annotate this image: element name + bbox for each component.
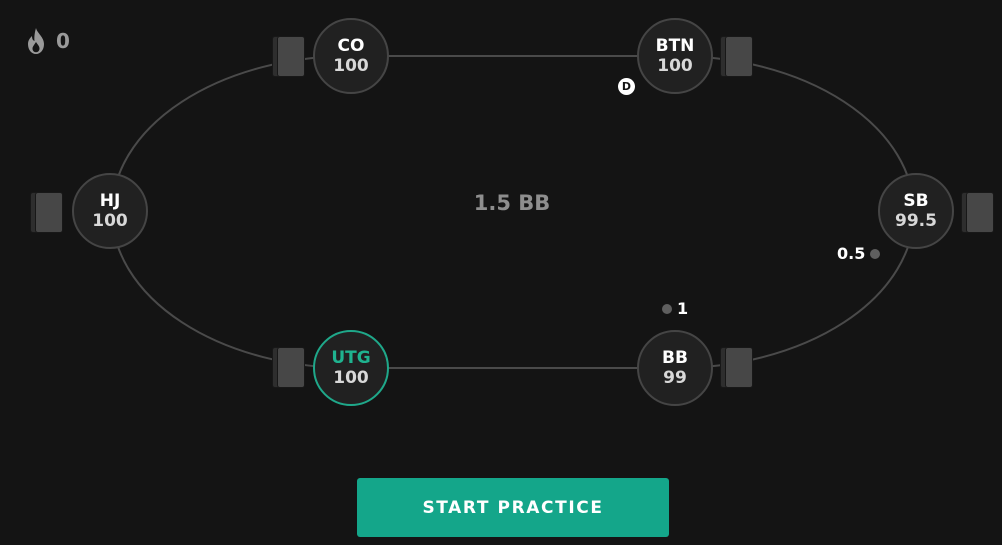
- seat-stack-size: 100: [657, 56, 693, 76]
- bb-bet: 1: [662, 299, 688, 318]
- seat-hj[interactable]: HJ 100: [72, 173, 148, 249]
- card-front: [277, 36, 305, 77]
- co-hole-cards: [272, 36, 306, 77]
- seat-position-label: BTN: [655, 36, 695, 56]
- flame-icon: [24, 27, 48, 55]
- sb-bet: 0.5: [837, 244, 881, 263]
- sb-hole-cards: [961, 192, 995, 233]
- card-front: [966, 192, 994, 233]
- card-front: [277, 347, 305, 388]
- seat-position-label: CO: [337, 36, 365, 56]
- card-front: [725, 36, 753, 77]
- seat-sb[interactable]: SB 99.5: [878, 173, 954, 249]
- seat-stack-size: 100: [92, 211, 128, 231]
- pot-size: 1.5 BB: [473, 191, 551, 215]
- btn-hole-cards: [720, 36, 754, 77]
- utg-hole-cards: [272, 347, 306, 388]
- card-front: [35, 192, 63, 233]
- bb-hole-cards: [720, 347, 754, 388]
- seat-stack-size: 100: [333, 56, 369, 76]
- seat-bb[interactable]: BB 99: [637, 330, 713, 406]
- seat-utg-hero[interactable]: UTG 100: [313, 330, 389, 406]
- chip-icon: [662, 303, 672, 314]
- seat-position-label: BB: [662, 348, 688, 368]
- chip-icon: [870, 248, 881, 259]
- poker-table-outline: [111, 55, 915, 369]
- bet-amount: 1: [677, 299, 689, 318]
- seat-position-label: HJ: [99, 191, 121, 211]
- hj-hole-cards: [30, 192, 64, 233]
- bet-amount: 0.5: [837, 244, 866, 263]
- seat-stack-size: 99.5: [895, 211, 937, 231]
- streak-count: 0: [56, 29, 70, 53]
- seat-position-label: UTG: [331, 348, 371, 368]
- streak-counter: 0: [24, 27, 70, 55]
- seat-co[interactable]: CO 100: [313, 18, 389, 94]
- seat-stack-size: 99: [663, 368, 687, 388]
- dealer-button: D: [618, 78, 635, 95]
- start-practice-button[interactable]: START PRACTICE: [357, 478, 669, 537]
- seat-btn[interactable]: BTN 100: [637, 18, 713, 94]
- seat-position-label: SB: [903, 191, 929, 211]
- card-front: [725, 347, 753, 388]
- seat-stack-size: 100: [333, 368, 369, 388]
